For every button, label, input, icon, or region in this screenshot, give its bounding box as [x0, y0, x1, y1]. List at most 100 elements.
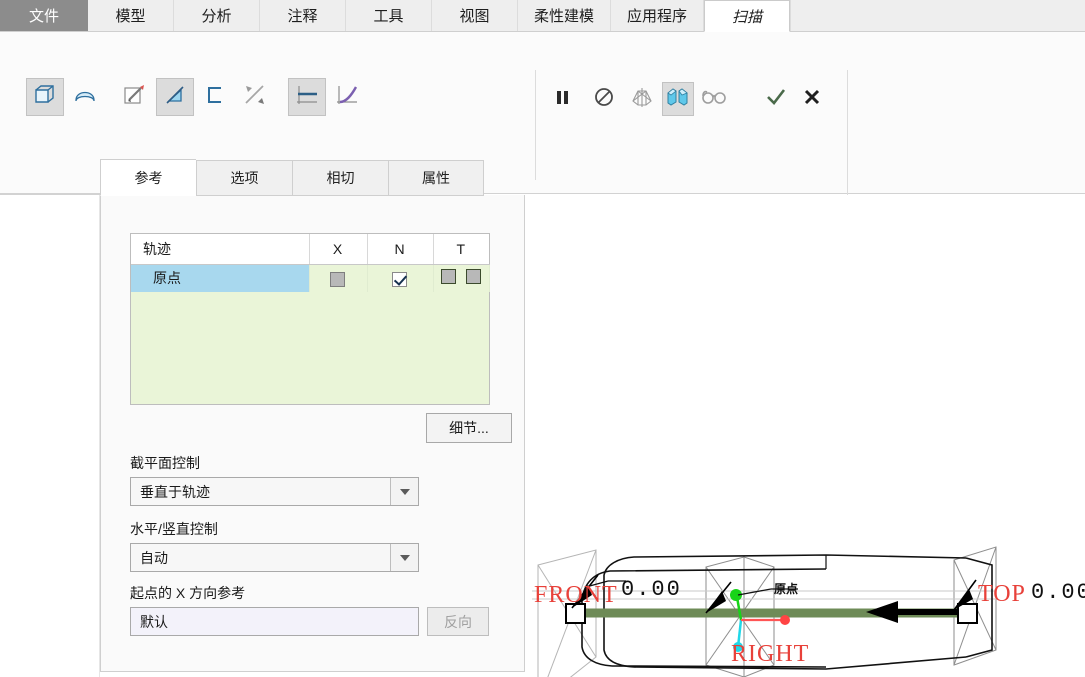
direction-arrow[interactable]: [866, 601, 966, 623]
trajectory-name-cell[interactable]: 原点: [131, 264, 310, 292]
ribbon-tab-label: 模型: [115, 8, 146, 25]
column-header-n[interactable]: N: [367, 234, 434, 265]
trajectory-t-cell[interactable]: [433, 264, 490, 292]
origin-label[interactable]: 原点: [774, 581, 798, 596]
wireframe-preview-button[interactable]: [626, 82, 658, 116]
start-x-direction-input[interactable]: 默认: [130, 607, 419, 636]
section-preview-icon: [666, 86, 690, 113]
start-x-direction-label: 起点的 X 方向参考: [130, 585, 246, 601]
ribbon-tab-label: 柔性建模: [534, 8, 595, 25]
pause-button[interactable]: [546, 82, 578, 116]
column-header-x[interactable]: X: [309, 234, 368, 265]
tab-label: 属性: [422, 170, 450, 186]
detail-button[interactable]: 细节...: [426, 413, 512, 443]
ribbon-tab-annotate[interactable]: 注释: [260, 0, 346, 31]
t-checkbox-2[interactable]: [465, 269, 481, 285]
right-plane-arrow: [705, 581, 732, 614]
dimension-value-right[interactable]: 0.00: [1031, 580, 1085, 605]
ribbon-tab-label: 文件: [28, 8, 59, 25]
trajectory-table-container: 轨迹 X N T 原点: [130, 233, 490, 405]
ribbon-tab-view[interactable]: 视图: [432, 0, 518, 31]
model-3d-view: FRONT RIGHT TOP 0.00 0.00 原点: [532, 546, 1085, 677]
start-x-direction-row: 默认 反向: [130, 607, 489, 636]
glasses-preview-button[interactable]: [698, 82, 730, 116]
wireframe-preview-icon: [629, 85, 655, 114]
table-row[interactable]: 原点: [131, 264, 490, 292]
ribbon-group-separator-1: [535, 70, 536, 180]
horizontal-vertical-control-group: 水平/竖直控制 自动: [130, 519, 419, 572]
trajectory-n-cell[interactable]: [367, 264, 434, 292]
datum-label-right[interactable]: RIGHT: [731, 641, 809, 667]
datum-label-front[interactable]: FRONT: [534, 582, 618, 608]
trajectory-table: 轨迹 X N T 原点: [131, 234, 490, 292]
tab-options[interactable]: 选项: [196, 160, 292, 196]
horizontal-vertical-control-select[interactable]: 自动: [130, 543, 419, 572]
ribbon-tab-analysis[interactable]: 分析: [174, 0, 260, 31]
trajectory-x-cell[interactable]: [309, 264, 368, 292]
x-checkbox[interactable]: [330, 271, 345, 287]
sketch-section-icon: [163, 83, 187, 112]
section-plane-control-value: 垂直于轨迹: [140, 483, 210, 500]
horizontal-vertical-control-label: 水平/竖直控制: [130, 521, 218, 537]
remove-material-icon: [242, 82, 268, 113]
surface-icon: [73, 83, 97, 112]
graphics-viewport[interactable]: FRONT RIGHT TOP 0.00 0.00 原点: [526, 195, 1085, 677]
ribbon-tab-filler: [790, 0, 1085, 31]
end-point-handle[interactable]: [957, 603, 978, 624]
cancel-x-icon: [801, 86, 823, 113]
tab-references[interactable]: 参考: [100, 159, 196, 196]
t-checkbox-group: [440, 269, 481, 285]
thin-section-button[interactable]: [196, 78, 234, 116]
datum-label-top[interactable]: TOP: [978, 581, 1026, 607]
slideup-panel-tabs: 参考 选项 相切 属性: [100, 159, 484, 196]
section-plane-control-label: 截平面控制: [130, 455, 200, 471]
ribbon-tab-label: 扫描: [732, 8, 763, 26]
tab-properties[interactable]: 属性: [388, 160, 484, 196]
ribbon-tab-file[interactable]: 文件: [0, 0, 88, 31]
tab-label: 选项: [230, 170, 259, 186]
dimension-value-left[interactable]: 0.00: [621, 577, 682, 602]
ribbon-tab-label: 工具: [373, 8, 404, 25]
ribbon-tab-applications[interactable]: 应用程序: [611, 0, 705, 31]
chevron-down-icon[interactable]: [390, 544, 418, 571]
tab-label: 相切: [326, 170, 355, 186]
section-preview-button[interactable]: [662, 82, 694, 116]
flip-direction-button[interactable]: 反向: [427, 607, 489, 636]
n-checkbox[interactable]: [392, 271, 407, 287]
references-panel: 轨迹 X N T 原点 细节... 截平面控制 垂直于轨迹 水平/竖直控制 自动…: [100, 195, 525, 672]
ribbon-tab-tools[interactable]: 工具: [346, 0, 432, 31]
surface-button[interactable]: [66, 78, 104, 116]
constant-section-icon: [294, 82, 320, 113]
section-plane-control-select[interactable]: 垂直于轨迹: [130, 477, 419, 506]
sketch-section-button[interactable]: [156, 78, 194, 116]
variable-section-button[interactable]: [328, 78, 366, 116]
column-header-trajectory[interactable]: 轨迹: [131, 234, 310, 265]
column-header-t[interactable]: T: [433, 234, 489, 265]
chevron-down-icon[interactable]: [390, 478, 418, 505]
solid-body-button[interactable]: [26, 78, 64, 116]
ribbon-tab-label: 视图: [459, 8, 490, 25]
ribbon-tab-flexible-modeling[interactable]: 柔性建模: [518, 0, 612, 31]
glasses-preview-icon: [701, 87, 727, 112]
sweep-type-toolbar: [26, 78, 366, 116]
t-checkbox-1[interactable]: [440, 269, 456, 285]
no-entry-button[interactable]: [588, 82, 620, 116]
tab-label: 参考: [134, 169, 163, 186]
application-window: 文件 模型 分析 注释 工具 视图 柔性建模 应用程序 扫描 参考 选项 相切 …: [0, 0, 1085, 677]
dashboard-actions-toolbar: [546, 82, 828, 116]
cancel-button[interactable]: [796, 82, 828, 116]
ribbon-tab-model[interactable]: 模型: [88, 0, 174, 31]
ribbon-tab-label: 注释: [287, 8, 318, 25]
horizontal-vertical-control-value: 自动: [140, 549, 168, 566]
remove-material-button[interactable]: [236, 78, 274, 116]
edit-sketch-icon: [122, 82, 148, 113]
edit-sketch-button[interactable]: [116, 78, 154, 116]
section-plane-control-group: 截平面控制 垂直于轨迹: [130, 453, 419, 506]
accept-button[interactable]: [760, 82, 792, 116]
pause-icon: [552, 87, 572, 112]
variable-section-icon: [334, 82, 360, 113]
tab-tangency[interactable]: 相切: [292, 160, 388, 196]
ribbon-tab-sweep[interactable]: 扫描: [704, 0, 791, 32]
constant-section-button[interactable]: [288, 78, 326, 116]
no-entry-icon: [593, 86, 615, 113]
